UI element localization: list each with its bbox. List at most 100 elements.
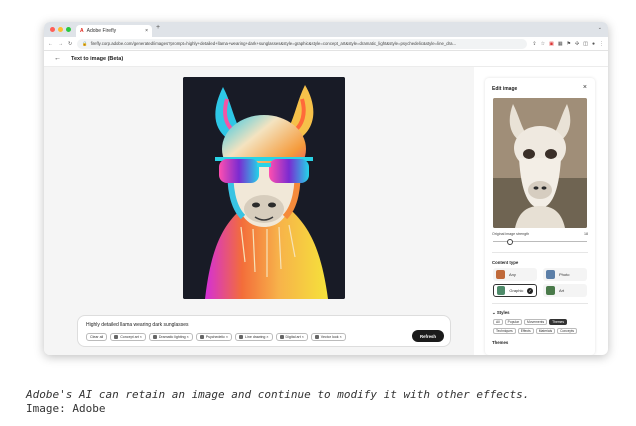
figure-caption: Adobe's AI can retain an image and conti… (26, 388, 529, 416)
content-type-graphic[interactable]: Graphic ✓ (493, 284, 537, 297)
browser-window: A Adobe Firefly × + ⌄ ← → ↻ 🔒 firefly.co… (44, 22, 608, 355)
content-type-label: Photo (559, 272, 570, 277)
maximize-window-button[interactable] (66, 27, 71, 32)
extension-icons: ⇪ ☆ ▣ ▦ ⚑ ✣ ◫ ● ⋮ (532, 41, 604, 47)
page-title: Text to image (Beta) (71, 55, 124, 62)
style-chip[interactable]: Line drawing × (235, 333, 273, 341)
divider (492, 252, 588, 253)
url-text: firefly.corp.adobe.com/generated/images?… (90, 41, 457, 46)
reload-icon[interactable]: ↻ (68, 41, 72, 47)
chevron-down-icon: ⌄ (492, 310, 496, 315)
style-tabs-row: Techniques Effects Materials Concepts (493, 328, 578, 334)
share-icon[interactable]: ⇪ (532, 41, 536, 47)
style-thumbnail-icon (114, 335, 119, 339)
window-controls (50, 27, 71, 32)
strength-value: 18 (584, 232, 588, 236)
styles-label: Styles (496, 310, 510, 315)
extension-icon[interactable]: ▣ (549, 41, 554, 47)
checkmark-icon: ✓ (527, 287, 533, 294)
style-thumbnail-icon (239, 335, 244, 339)
content-type-label: Art (559, 288, 565, 293)
address-bar[interactable]: 🔒 firefly.corp.adobe.com/generated/image… (77, 38, 528, 49)
clear-all-chip[interactable]: Clear all (86, 333, 108, 341)
tab-movements[interactable]: Movements (524, 319, 548, 325)
prompt-input[interactable]: Highly detailed llama wearing dark sungl… (86, 322, 189, 328)
content-type-photo[interactable]: Photo (543, 268, 587, 281)
extension-icon[interactable]: ⚑ (567, 41, 571, 47)
chip-label: Dramatic lighting × (158, 335, 189, 339)
tab-popular[interactable]: Popular (504, 319, 523, 325)
close-window-button[interactable] (50, 27, 55, 32)
caption-text: Adobe's AI can retain an image and conti… (26, 388, 530, 401)
chip-label: Psychedelic × (205, 335, 229, 339)
content-type-label: Graphic (509, 288, 524, 293)
chip-label: Digital art × (285, 335, 304, 339)
divider (492, 303, 588, 304)
tab-close-icon[interactable]: × (145, 28, 148, 34)
star-icon[interactable]: ☆ (541, 41, 545, 47)
address-bar-row: ← → ↻ 🔒 firefly.corp.adobe.com/generated… (44, 37, 608, 51)
llama-illustration (183, 77, 345, 299)
article-figure: A Adobe Firefly × + ⌄ ← → ↻ 🔒 firefly.co… (0, 0, 636, 426)
style-chips: Clear all Concept art × Dramatic lightin… (86, 333, 346, 341)
content-type-any[interactable]: Any (493, 268, 537, 281)
chevron-down-icon[interactable]: ⌄ (598, 25, 602, 31)
puzzle-icon[interactable]: ✣ (575, 41, 579, 47)
themes-heading: Themes (492, 340, 509, 345)
profile-avatar-icon[interactable]: ● (592, 41, 595, 47)
content-type-art[interactable]: Art (543, 284, 587, 297)
chip-label: Vector look × (320, 335, 342, 339)
strength-slider[interactable] (493, 239, 587, 245)
graphic-thumbnail-icon (497, 286, 506, 295)
extension-icon[interactable]: ▦ (558, 41, 563, 47)
generated-llama-image[interactable] (183, 77, 345, 299)
style-chip[interactable]: Concept art × (110, 333, 146, 341)
style-tabs-row: All Popular Movements Themes (493, 319, 568, 325)
back-arrow-icon[interactable]: ← (48, 41, 53, 47)
tab-materials[interactable]: Materials (535, 328, 556, 334)
tab-techniques[interactable]: Techniques (493, 328, 516, 334)
style-thumbnail-icon (199, 335, 204, 339)
minimize-window-button[interactable] (58, 27, 63, 32)
close-icon[interactable]: × (583, 84, 587, 91)
strength-row: Original image strength 18 (492, 232, 588, 236)
tab-title: Adobe Firefly (86, 28, 117, 34)
tab-concepts[interactable]: Concepts (557, 328, 578, 334)
content-type-heading: Content type (492, 260, 519, 265)
tab-effects[interactable]: Effects (517, 328, 534, 334)
prompt-bar: Highly detailed llama wearing dark sungl… (77, 315, 451, 347)
content-type-label: Any (509, 272, 516, 277)
panel-title: Edit image (492, 86, 518, 92)
tab-bar: A Adobe Firefly × + ⌄ (44, 22, 608, 37)
style-thumbnail-icon (152, 335, 157, 339)
app-header: ← Text to image (Beta) (44, 51, 608, 67)
style-thumbnail-icon (314, 335, 319, 339)
any-thumbnail-icon (496, 270, 505, 279)
edit-image-panel: Edit image × Original image strength 18 … (485, 78, 595, 355)
sidebar-icon[interactable]: ◫ (583, 41, 588, 47)
original-llama-image (493, 98, 587, 228)
browser-tab[interactable]: A Adobe Firefly × (76, 25, 152, 37)
chip-label: Line drawing × (245, 335, 269, 339)
adobe-logo-icon: A (80, 28, 84, 34)
style-chip[interactable]: Vector look × (310, 333, 346, 341)
style-chip[interactable]: Digital art × (275, 333, 308, 341)
chip-label: Concept art × (120, 335, 142, 339)
lock-icon: 🔒 (82, 40, 88, 46)
more-icon[interactable]: ⋮ (599, 41, 604, 47)
photo-thumbnail-icon (546, 270, 555, 279)
new-tab-button[interactable]: + (156, 24, 160, 31)
styles-heading[interactable]: ⌄ Styles (492, 310, 509, 316)
refresh-button[interactable]: Refresh (412, 330, 444, 342)
slider-handle[interactable] (507, 239, 513, 245)
style-chip[interactable]: Psychedelic × (195, 333, 233, 341)
tab-all[interactable]: All (493, 319, 503, 325)
tab-themes[interactable]: Themes (549, 319, 568, 325)
style-chip[interactable]: Dramatic lighting × (148, 333, 193, 341)
style-thumbnail-icon (279, 335, 284, 339)
chip-label: Clear all (90, 335, 104, 339)
forward-arrow-icon[interactable]: → (58, 41, 63, 47)
llama-photo-illustration (493, 98, 587, 228)
strength-label: Original image strength (492, 232, 530, 236)
back-button[interactable]: ← (54, 55, 61, 62)
